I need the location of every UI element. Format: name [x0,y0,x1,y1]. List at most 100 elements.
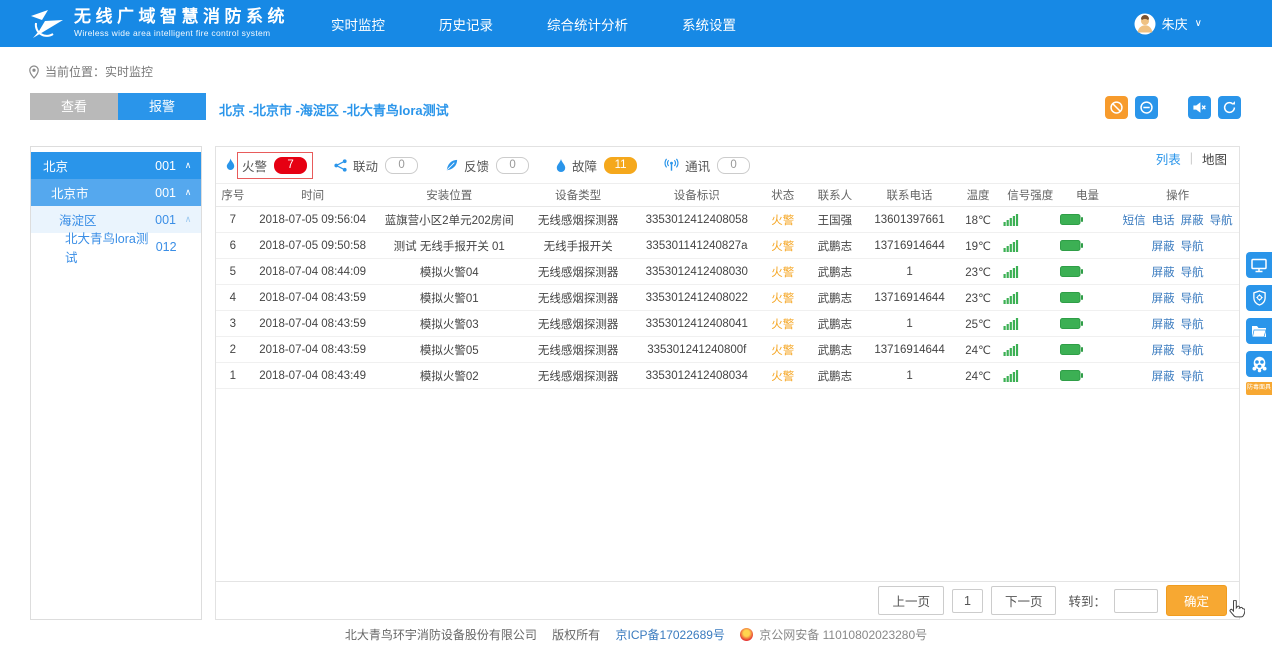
next-page-button[interactable]: 下一页 [991,586,1057,615]
cell-location: 测试 无线手报开关 01 [376,233,523,259]
location-path: 北京 -北京市 -海淀区 -北大青鸟lora测试 [219,100,449,119]
view-tabs: 查看报警 [30,93,206,120]
status-badge: 火警 [771,293,794,305]
tree-item-label: 北京市 [51,183,89,202]
side-tools: 防毒面具 [1246,252,1272,395]
tab-2[interactable]: 报警 [118,93,206,120]
side-tool-shield-gear-button[interactable] [1246,285,1272,311]
alarm-table-head: 序号时间安装位置设备类型设备标识状态联系人联系电话温度信号强度电量操作 [216,184,1239,207]
cell-seq: 2 [216,337,250,363]
icp-link[interactable]: 京ICP备17022689号 [616,628,725,642]
op-link-导航[interactable]: 导航 [1181,293,1204,305]
tree-item-2[interactable]: 北京市001∧ [31,179,201,206]
op-link-导航[interactable]: 导航 [1181,241,1204,253]
op-link-屏蔽[interactable]: 屏蔽 [1152,371,1175,383]
table-row: 72018-07-05 09:56:04蓝旗营小区2单元202房间无线感烟探测器… [216,207,1239,233]
filter-4[interactable]: 故障 11 [555,152,643,179]
nav-item-1[interactable]: 实时监控 [331,14,385,34]
op-link-导航[interactable]: 导航 [1181,319,1204,331]
op-link-屏蔽[interactable]: 屏蔽 [1152,319,1175,331]
filter-count-badge: 0 [385,157,418,174]
cell-location: 蓝旗营小区2单元202房间 [376,207,523,233]
cell-device-type: 无线手报开关 [523,233,633,259]
op-link-导航[interactable]: 导航 [1210,215,1233,227]
cell-device-type: 无线感烟探测器 [523,285,633,311]
cell-temperature: 18℃ [955,207,1002,233]
cell-status: 火警 [760,207,805,233]
op-link-屏蔽[interactable]: 屏蔽 [1181,215,1204,227]
filter-selection-box: 联动0 [348,152,424,179]
filter-label: 故障 [572,156,597,175]
column-header: 联系电话 [865,184,955,207]
op-link-导航[interactable]: 导航 [1181,267,1204,279]
status-badge: 火警 [771,241,794,253]
refresh-icon [1222,100,1237,115]
column-header: 设备标识 [633,184,760,207]
cell-battery [1059,337,1116,363]
cell-battery [1059,259,1116,285]
op-link-屏蔽[interactable]: 屏蔽 [1152,241,1175,253]
folder-icon [1251,324,1267,338]
side-tool-folder-button[interactable] [1246,318,1272,344]
cell-device-id: 335301141240827a [633,233,760,259]
op-link-屏蔽[interactable]: 屏蔽 [1152,345,1175,357]
nav-item-2[interactable]: 历史记录 [439,14,493,34]
filter-3[interactable]: 反馈0 [444,152,535,179]
cell-device-type: 无线感烟探测器 [523,337,633,363]
cell-phone: 1 [865,363,955,389]
page-number[interactable]: 1 [952,589,983,613]
filter-2[interactable]: 联动0 [333,152,424,179]
battery-icon [1060,266,1115,277]
user-menu[interactable]: 朱庆 ∨ [1134,13,1202,35]
prev-page-button[interactable]: 上一页 [878,586,944,615]
app-title: 无线广域智慧消防系统 [74,8,289,27]
filter-1[interactable]: 火警7 [224,152,313,179]
filter-count-badge: 11 [604,157,637,174]
toolbar-mute-button[interactable] [1188,96,1211,119]
side-tool-tag[interactable]: 防毒面具 [1246,382,1272,395]
cell-seq: 3 [216,311,250,337]
cell-status: 火警 [760,233,805,259]
gas-mask-icon [1251,356,1268,373]
op-link-电话[interactable]: 电话 [1152,215,1175,227]
tab-1[interactable]: 查看 [30,93,118,120]
tree-item-4[interactable]: 北大青鸟lora测试012 [31,233,201,260]
toolbar-ban-button[interactable] [1105,96,1128,119]
cell-contact: 武鹏志 [805,363,864,389]
op-link-短信[interactable]: 短信 [1123,215,1146,227]
confirm-button[interactable]: 确定 [1166,585,1227,616]
filter-selection-box: 反馈0 [459,152,535,179]
filter-5[interactable]: 通讯0 [663,152,756,179]
shield-gear-icon [1252,290,1267,306]
cell-time: 2018-07-04 08:43:59 [250,337,376,363]
cell-battery [1059,233,1116,259]
filter-label: 通讯 [685,156,710,175]
cell-signal [1002,233,1059,259]
cell-location: 模拟火警01 [376,285,523,311]
side-tool-gas-mask-button[interactable] [1246,351,1272,377]
toolbar-circle-minus-button[interactable] [1135,96,1158,119]
op-link-屏蔽[interactable]: 屏蔽 [1152,293,1175,305]
cell-status: 火警 [760,259,805,285]
side-tool-monitor-button[interactable] [1246,252,1272,278]
tree-item-count: 001 [155,213,176,227]
map-view-link[interactable]: 地图 [1202,149,1227,168]
signal-strength-icon [1003,369,1058,382]
cell-device-type: 无线感烟探测器 [523,259,633,285]
toolbar-refresh-button[interactable] [1218,96,1241,119]
table-row: 32018-07-04 08:43:59模拟火警03无线感烟探测器3353012… [216,311,1239,337]
cell-device-id: 335301241240800f [633,337,760,363]
cell-time: 2018-07-04 08:43:59 [250,285,376,311]
goto-page-input[interactable] [1114,589,1158,613]
alarm-panel: 火警7联动0反馈0故障11通讯0 列表 | 地图 序号时间安装位置设备类型设备标… [215,146,1240,620]
list-view-link[interactable]: 列表 [1156,149,1181,168]
tree-item-1[interactable]: 北京001∧ [31,152,201,179]
op-link-导航[interactable]: 导航 [1181,345,1204,357]
op-link-导航[interactable]: 导航 [1181,371,1204,383]
footer-copyright: 版权所有 [552,628,600,642]
nav-item-3[interactable]: 综合统计分析 [547,14,628,34]
view-switch-divider: | [1190,151,1193,165]
op-link-屏蔽[interactable]: 屏蔽 [1152,267,1175,279]
table-row: 52018-07-04 08:44:09模拟火警04无线感烟探测器3353012… [216,259,1239,285]
nav-item-4[interactable]: 系统设置 [682,14,736,34]
